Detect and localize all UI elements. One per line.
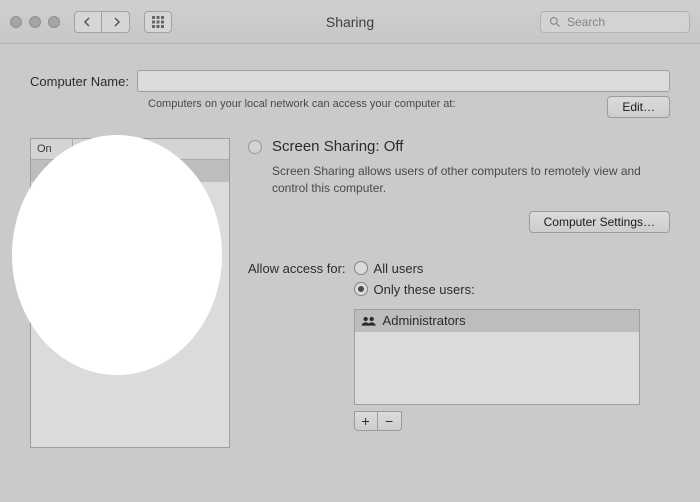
service-row[interactable]: Remote Management (31, 248, 229, 270)
minimize-window-button[interactable] (29, 16, 41, 28)
allow-option-all-users[interactable]: All users (354, 261, 640, 276)
allow-access-label: Allow access for: (248, 261, 346, 276)
service-row[interactable]: Remote Apple Events (31, 270, 229, 292)
service-row[interactable]: File Sharing (31, 182, 229, 204)
remove-user-button[interactable]: − (378, 411, 402, 431)
show-all-button[interactable] (144, 11, 172, 33)
grid-icon (152, 16, 164, 28)
search-icon (549, 16, 561, 28)
user-add-remove: + − (354, 411, 640, 431)
service-row[interactable]: Internet Sharing (31, 292, 229, 314)
service-name: Screen Sharing (73, 164, 229, 179)
services-list-header: On Service (31, 139, 229, 160)
service-name: Remote Management (73, 252, 229, 267)
traffic-lights (10, 16, 60, 28)
content-pane: Computer Name: Computers on your local n… (0, 44, 700, 502)
service-description: Screen Sharing allows users of other com… (272, 163, 670, 197)
radio-icon (354, 261, 368, 275)
forward-button[interactable] (102, 11, 130, 33)
add-user-button[interactable]: + (354, 411, 378, 431)
service-row[interactable]: Remote Login (31, 226, 229, 248)
nav-buttons (74, 11, 130, 33)
service-checkbox[interactable] (31, 318, 73, 332)
service-row[interactable]: Printer Sharing (31, 204, 229, 226)
service-checkbox[interactable] (31, 252, 73, 266)
service-checkbox[interactable] (31, 186, 73, 200)
column-on[interactable]: On (31, 139, 73, 159)
service-name: Printer Sharing (73, 208, 229, 223)
computer-name-field[interactable] (137, 70, 670, 92)
service-name: Internet Sharing (73, 296, 229, 311)
computer-name-label: Computer Name: (30, 74, 129, 89)
service-detail: Screen Sharing: Off Screen Sharing allow… (248, 138, 670, 448)
user-row[interactable]: Administrators (355, 310, 639, 332)
service-checkbox[interactable] (31, 296, 73, 310)
services-list: On Service Screen Sharing File Sharing Pri… (30, 138, 230, 448)
close-window-button[interactable] (10, 16, 22, 28)
search-field[interactable]: Search (540, 11, 690, 33)
computer-settings-button[interactable]: Computer Settings… (529, 211, 670, 233)
column-service[interactable]: Service (73, 139, 229, 159)
service-name: Remote Login (73, 230, 229, 245)
service-checkbox[interactable] (31, 164, 73, 178)
edit-button[interactable]: Edit… (607, 96, 670, 118)
service-name: File Sharing (73, 186, 229, 201)
service-name: Bluetooth Sharing (73, 318, 229, 333)
radio-icon (354, 282, 368, 296)
status-indicator-icon (248, 140, 262, 154)
people-icon (361, 315, 377, 327)
users-list[interactable]: Administrators (354, 309, 640, 405)
back-button[interactable] (74, 11, 102, 33)
service-checkbox[interactable] (31, 274, 73, 288)
service-checkbox[interactable] (31, 208, 73, 222)
computer-name-subnote: Computers on your local network can acce… (148, 98, 595, 110)
search-placeholder: Search (567, 15, 605, 29)
service-row[interactable]: Screen Sharing (31, 160, 229, 182)
allow-option-only-these-users[interactable]: Only these users: (354, 282, 640, 297)
service-status-title: Screen Sharing: Off (272, 138, 403, 155)
user-label: Administrators (383, 313, 466, 328)
zoom-window-button[interactable] (48, 16, 60, 28)
service-checkbox[interactable] (31, 230, 73, 244)
service-name: Remote Apple Events (73, 274, 229, 289)
computer-name-row: Computer Name: (30, 70, 670, 92)
window-toolbar: Sharing Search (0, 0, 700, 44)
service-row[interactable]: Bluetooth Sharing (31, 314, 229, 336)
